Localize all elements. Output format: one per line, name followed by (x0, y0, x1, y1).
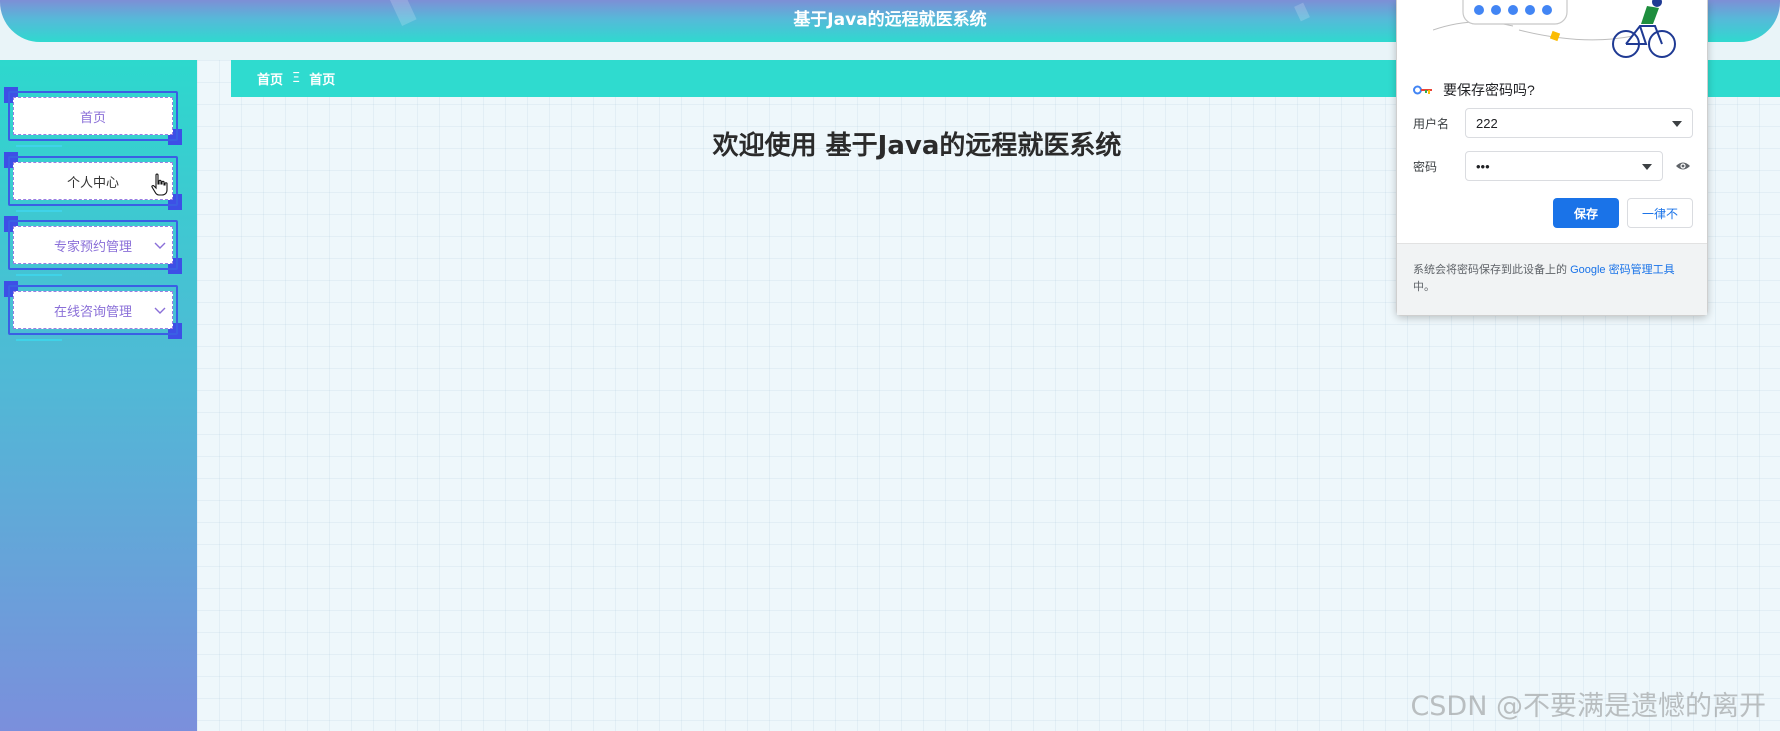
dialog-footer: 系统会将密码保存到此设备上的 Google 密码管理工具中。 (1397, 243, 1707, 315)
never-button[interactable]: 一律不 (1627, 198, 1693, 228)
username-value: 222 (1476, 115, 1498, 131)
password-illustration (1433, 0, 1676, 58)
sidebar-item-label: 专家预约管理 (13, 226, 173, 264)
dialog-title: 要保存密码吗? (1443, 82, 1535, 98)
footer-text: 系统会将密码保存到此设备上的 (1413, 264, 1571, 276)
password-value: ••• (1476, 158, 1490, 174)
username-label: 用户名 (1413, 116, 1450, 131)
dropdown-arrow-icon (1642, 164, 1652, 170)
breadcrumb-root[interactable]: 首页 (257, 69, 283, 88)
sidebar-item-label: 个人中心 (13, 162, 173, 200)
watermark: CSDN @不要满是遗憾的离开 (1410, 691, 1766, 722)
sidebar-item-label: 在线咨询管理 (13, 291, 173, 329)
eye-icon[interactable] (1675, 160, 1691, 172)
sidebar-item-label: 首页 (13, 97, 173, 135)
sidebar-item-online-consult[interactable]: 在线咨询管理 (4, 281, 182, 341)
save-password-dialog: 要保存密码吗? 用户名 222 密码 ••• 保存 一律不 系统会将密码保存到此… (1396, 0, 1708, 316)
sidebar-item-expert-appointment[interactable]: 专家预约管理 (4, 216, 182, 276)
sidebar: 首页 个人中心 专家预约管理 在线咨询管理 (0, 60, 197, 731)
key-icon (1413, 85, 1432, 95)
chevron-down-icon (154, 304, 166, 316)
breadcrumb-current: 首页 (309, 73, 336, 88)
save-button[interactable]: 保存 (1553, 198, 1619, 228)
dropdown-arrow-icon (1672, 121, 1682, 127)
sidebar-item-home[interactable]: 首页 (4, 87, 182, 147)
password-select[interactable]: ••• (1465, 151, 1663, 181)
chevron-down-icon (154, 239, 166, 251)
password-label: 密码 (1413, 159, 1438, 174)
breadcrumb-separator: Ξ (292, 71, 301, 86)
username-select[interactable]: 222 (1465, 108, 1693, 138)
hand-cursor-icon (151, 173, 168, 196)
password-manager-link[interactable]: Google 密码管理工具 (1570, 264, 1675, 276)
footer-text-suffix: 中。 (1413, 281, 1435, 293)
